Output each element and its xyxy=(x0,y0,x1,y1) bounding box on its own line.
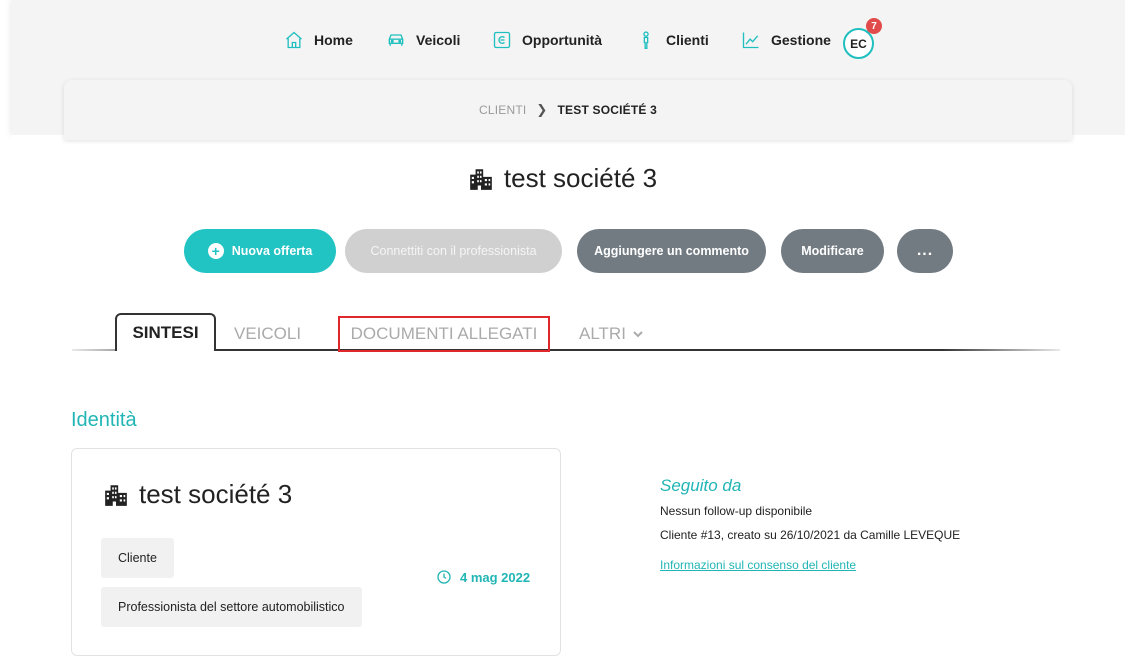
main-navigation: Home Veicoli Opportunità Clienti Gestion… xyxy=(0,18,1125,60)
nav-item-home[interactable]: Home xyxy=(284,30,353,50)
nav-label-opportunita: Opportunità xyxy=(522,32,603,48)
nav-label-home: Home xyxy=(314,32,353,48)
building-icon xyxy=(470,168,492,190)
tab-altri-label: ALTRI xyxy=(579,324,626,343)
tab-documenti-allegati[interactable]: DOCUMENTI ALLEGATI xyxy=(338,316,550,352)
nav-item-clienti[interactable]: Clienti xyxy=(636,30,709,50)
consent-info-link[interactable]: Informazioni sul consenso del cliente xyxy=(660,558,856,572)
client-icon xyxy=(643,31,649,49)
client-info-text: Cliente #13, creato su 26/10/2021 da Cam… xyxy=(660,528,961,542)
chevron-down-icon xyxy=(633,331,643,338)
tag-professional: Professionista del settore automobilisti… xyxy=(101,587,362,627)
opportunity-icon xyxy=(493,31,511,49)
nav-item-opportunita[interactable]: Opportunità xyxy=(492,30,602,50)
tab-divider xyxy=(72,349,1060,351)
breadcrumb: CLIENTI ❯ TEST SOCIÉTÉ 3 xyxy=(64,80,1072,140)
home-icon xyxy=(286,31,302,49)
page-title: test société 3 xyxy=(0,163,1125,194)
clock-icon xyxy=(437,570,451,584)
creation-date: 4 mag 2022 xyxy=(436,569,530,585)
page-title-text: test société 3 xyxy=(503,163,658,193)
identity-card: test société 3 Cliente Professionista de… xyxy=(71,448,561,656)
creation-date-text: 4 mag 2022 xyxy=(460,569,531,585)
nav-label-clienti: Clienti xyxy=(666,32,709,48)
edit-button[interactable]: Modificare xyxy=(781,229,884,273)
identity-card-title-text: test société 3 xyxy=(139,479,293,509)
nav-label-gestione: Gestione xyxy=(771,32,831,48)
connect-professional-button[interactable]: Connettiti con il professionista xyxy=(345,229,562,273)
no-followup-text: Nessun follow-up disponibile xyxy=(660,504,813,518)
breadcrumb-current: TEST SOCIÉTÉ 3 xyxy=(557,103,657,117)
edit-label: Modificare xyxy=(801,244,864,258)
add-comment-button[interactable]: Aggiungere un commento xyxy=(577,229,766,273)
car-icon xyxy=(388,34,404,46)
nav-label-veicoli: Veicoli xyxy=(416,32,461,48)
tab-veicoli[interactable]: VEICOLI xyxy=(234,317,301,351)
plus-icon: + xyxy=(207,243,224,259)
identity-section-title: Identità xyxy=(71,409,137,431)
chart-icon xyxy=(742,32,759,49)
tab-sintesi[interactable]: SINTESI xyxy=(115,313,216,351)
identity-card-title: test société 3 xyxy=(103,479,292,510)
new-offer-button[interactable]: + Nuova offerta xyxy=(184,229,336,273)
nav-item-gestione[interactable]: Gestione xyxy=(741,30,831,50)
action-bar: + Nuova offerta Connettiti con il profes… xyxy=(0,229,1125,273)
add-comment-label: Aggiungere un commento xyxy=(594,244,749,258)
followed-by-title: Seguito da xyxy=(660,476,742,495)
more-label: ... xyxy=(916,242,934,259)
tab-bar: SINTESI VEICOLI DOCUMENTI ALLEGATI ALTRI xyxy=(72,313,1060,353)
building-icon xyxy=(105,484,127,506)
more-options-button[interactable]: ... xyxy=(897,229,953,273)
nav-item-veicoli[interactable]: Veicoli xyxy=(386,30,460,50)
tab-altri[interactable]: ALTRI xyxy=(579,317,644,351)
tag-client: Cliente xyxy=(101,538,174,578)
followed-by-section: Seguito da Nessun follow-up disponibile … xyxy=(660,476,1100,574)
breadcrumb-link-clienti[interactable]: CLIENTI xyxy=(479,103,526,117)
breadcrumb-separator-icon: ❯ xyxy=(536,102,548,117)
notification-badge: 7 xyxy=(866,18,882,34)
connect-professional-label: Connettiti con il professionista xyxy=(370,244,537,258)
new-offer-label: Nuova offerta xyxy=(231,244,313,258)
